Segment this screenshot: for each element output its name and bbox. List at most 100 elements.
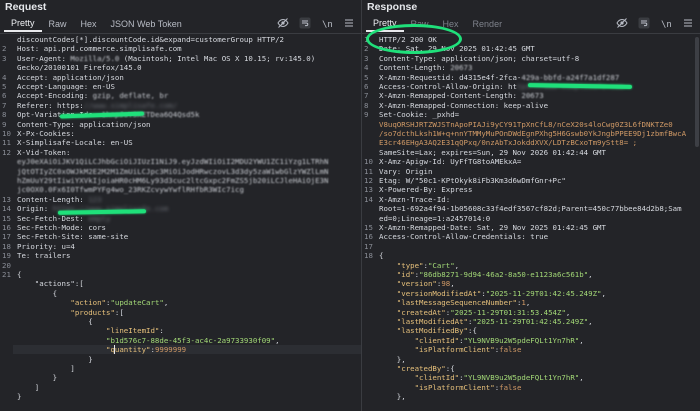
request-pane: Request Pretty Raw Hex JSON Web Token \n… (0, 0, 362, 411)
code-token: Accept: application/json (17, 72, 124, 82)
code-line: Host: api.prd.commerce.simplisafe.com (17, 44, 182, 53)
code-token: SameSite=Lax; expires=Sun, 29 Nov 2026 0… (379, 147, 606, 157)
code-token: discountCodes[*].discountCode.id&expand=… (17, 35, 284, 44)
code-token: "updateCart" (110, 298, 164, 308)
code-line: X-Amzn-Remapped-Content-Length: 20673 (379, 91, 544, 100)
code-token: Access-Control-Allow-Credentials: true (379, 232, 549, 242)
code-line: X-Amzn-Trace-Id: (379, 195, 450, 204)
code-line: }, (379, 355, 406, 364)
line-number: 6 (364, 82, 369, 91)
newline-icon[interactable]: \n (321, 17, 333, 30)
code-line: Content-Type: application/json (17, 120, 151, 129)
code-token: "action" (17, 298, 106, 308)
wrap-lines-icon[interactable] (299, 17, 311, 29)
code-token: :{ (468, 326, 477, 336)
code-token: X-Amz-Apigw-Id: UyFfTG8toAMEkxA= (379, 157, 522, 167)
tab-json-web-token[interactable]: JSON Web Token (104, 17, 189, 31)
code-line: discountCodes[*].discountCode.id&expand=… (17, 35, 284, 44)
code-token: //www.simplisafe.com/ (83, 100, 178, 110)
code-line: X-Amzn-Remapped-Date: Sat, 29 Nov 2025 0… (379, 223, 606, 232)
code-line: X-Powered-By: Express (379, 185, 472, 194)
code-line: X-Simplisafe-Locale: en-US (17, 138, 133, 147)
code-token: Host: api.prd.commerce.simplisafe.com (17, 44, 182, 54)
code-line: "clientId":"YL9NVB9u2W5pdeFQLt1Yn7hR", (379, 336, 584, 345)
line-number: 5 (364, 72, 369, 82)
line-number: 11 (2, 138, 11, 148)
code-token: Sec-Fetch-Mode: cors (17, 223, 106, 232)
code-line: } (17, 373, 57, 382)
code-token: 429a-bbfd-a24f7a1df287 (521, 72, 620, 82)
code-line: "actions":[ (17, 279, 84, 288)
eye-slash-icon[interactable] (277, 17, 289, 29)
code-token: "lineItemId" (17, 326, 160, 336)
code-token: 123 (88, 194, 102, 204)
svg-text:\n: \n (661, 20, 672, 29)
code-line: jc0OX0.0Fx6I0TfwmPYFg4wo_23RKZcvywYwflRH… (17, 185, 244, 194)
code-line: jQtOTIyZC0xOWJkM2E2M2M1ZmUiLCJpc3MiOiJod… (17, 167, 328, 176)
request-title: Request (5, 1, 47, 13)
code-token: Etag: W/"50c1-KPtOkyk8iFb3Km3d6wDmfGnr+P… (379, 176, 566, 185)
response-editor[interactable]: 1 HTTP/2 200 OK 2 Date: Sat, 29 Nov 2025 01… (362, 35, 700, 411)
code-line: Root=1-692a4f94-1b05608c33f4edf3567cf82d… (379, 204, 682, 213)
code-token: Root=1-692a4f94-1b05608c33f4edf3567cf82d… (379, 204, 682, 214)
code-line: User-Agent: Mozilla/5.0 (Macintosh; Inte… (17, 54, 315, 63)
code-token: 20673 (521, 91, 544, 101)
code-token: "YL9NVB9u2W5pdeFQLt1Yn7hR" (463, 373, 580, 383)
line-number: 3 (364, 53, 369, 63)
code-line: Set-Cookie: _pxhd= (379, 110, 459, 119)
code-token: false (499, 345, 522, 355)
menu-icon[interactable] (343, 17, 355, 29)
scrollbar[interactable] (695, 37, 699, 147)
line-number: 17 (364, 241, 373, 251)
code-line: { (17, 317, 92, 326)
code-token: Content-Type: application/json (17, 119, 151, 129)
code-line: X-Px-Cookies: (17, 129, 75, 138)
code-token: ed=0;Lineage=1:a2457014:0 (379, 213, 491, 223)
code-line: "lastModifiedAt":"2025-11-29T01:42:45.24… (379, 317, 593, 326)
code-token: X-Amzn-Remapped-Content-Length: (379, 91, 522, 101)
code-line: X-Vid-Token: (17, 148, 70, 157)
tab-hex[interactable]: Hex (74, 17, 104, 31)
code-token: :{ (445, 364, 455, 373)
code-line: { (17, 289, 57, 298)
menu-icon[interactable] (682, 17, 694, 29)
code-token: jQtOTIyZC0xOWJkM2E2M2M1ZmUiLCJpc3MiOiJod… (17, 166, 329, 176)
svg-text:\n: \n (322, 20, 333, 29)
line-number: 21 (2, 270, 11, 279)
line-number: 20 (2, 260, 11, 270)
wrap-lines-icon[interactable] (638, 17, 650, 29)
code-line: "quantity":9999999 (17, 345, 186, 354)
line-number: 9 (364, 110, 369, 120)
request-editor[interactable]: discountCodes[*].discountCode.id&expand=… (0, 35, 361, 411)
code-line: Content-Length: 20673 (379, 63, 472, 72)
line-number: 15 (364, 223, 373, 232)
code-line: ] (17, 364, 74, 373)
code-line: "lineItemId": (17, 326, 164, 335)
line-number: 16 (2, 223, 11, 232)
tab-render[interactable]: Render (466, 17, 510, 31)
tab-raw[interactable]: Raw (42, 17, 74, 31)
code-line: "version":98, (379, 279, 455, 288)
code-token: "2025-11-29T01:31:53.454Z" (450, 307, 566, 317)
line-number: 15 (2, 213, 11, 223)
code-token: "clientId" (379, 335, 460, 345)
code-token: Sec-Fetch-Site: same-site (17, 232, 129, 242)
code-token: Sec-Fetch-Dest: (17, 213, 89, 223)
tab-pretty[interactable]: Pretty (4, 16, 42, 32)
code-line: Gecko/20100101 Firefox/145.0 (17, 63, 142, 72)
line-number: 7 (2, 100, 7, 110)
newline-icon[interactable]: \n (660, 17, 672, 30)
code-line: Access-Control-Allow-Credentials: true (379, 232, 548, 241)
response-pane: Response Pretty Raw Hex Render \n 1 HTTP/… (362, 0, 700, 411)
code-token: "version" (379, 279, 437, 289)
code-line: "action":"updateCart", (17, 298, 168, 307)
code-token: , (525, 298, 531, 308)
code-line: ] (17, 383, 39, 392)
code-token: }, (379, 392, 406, 402)
code-line: Accept-Language: en-US (17, 82, 115, 91)
code-token: "quantity" (17, 345, 151, 355)
eye-slash-icon[interactable] (616, 17, 628, 29)
code-token: Access-Control-Allow-Origin: ht (379, 82, 517, 91)
code-token: { (17, 288, 58, 298)
line-number: 17 (2, 232, 11, 242)
